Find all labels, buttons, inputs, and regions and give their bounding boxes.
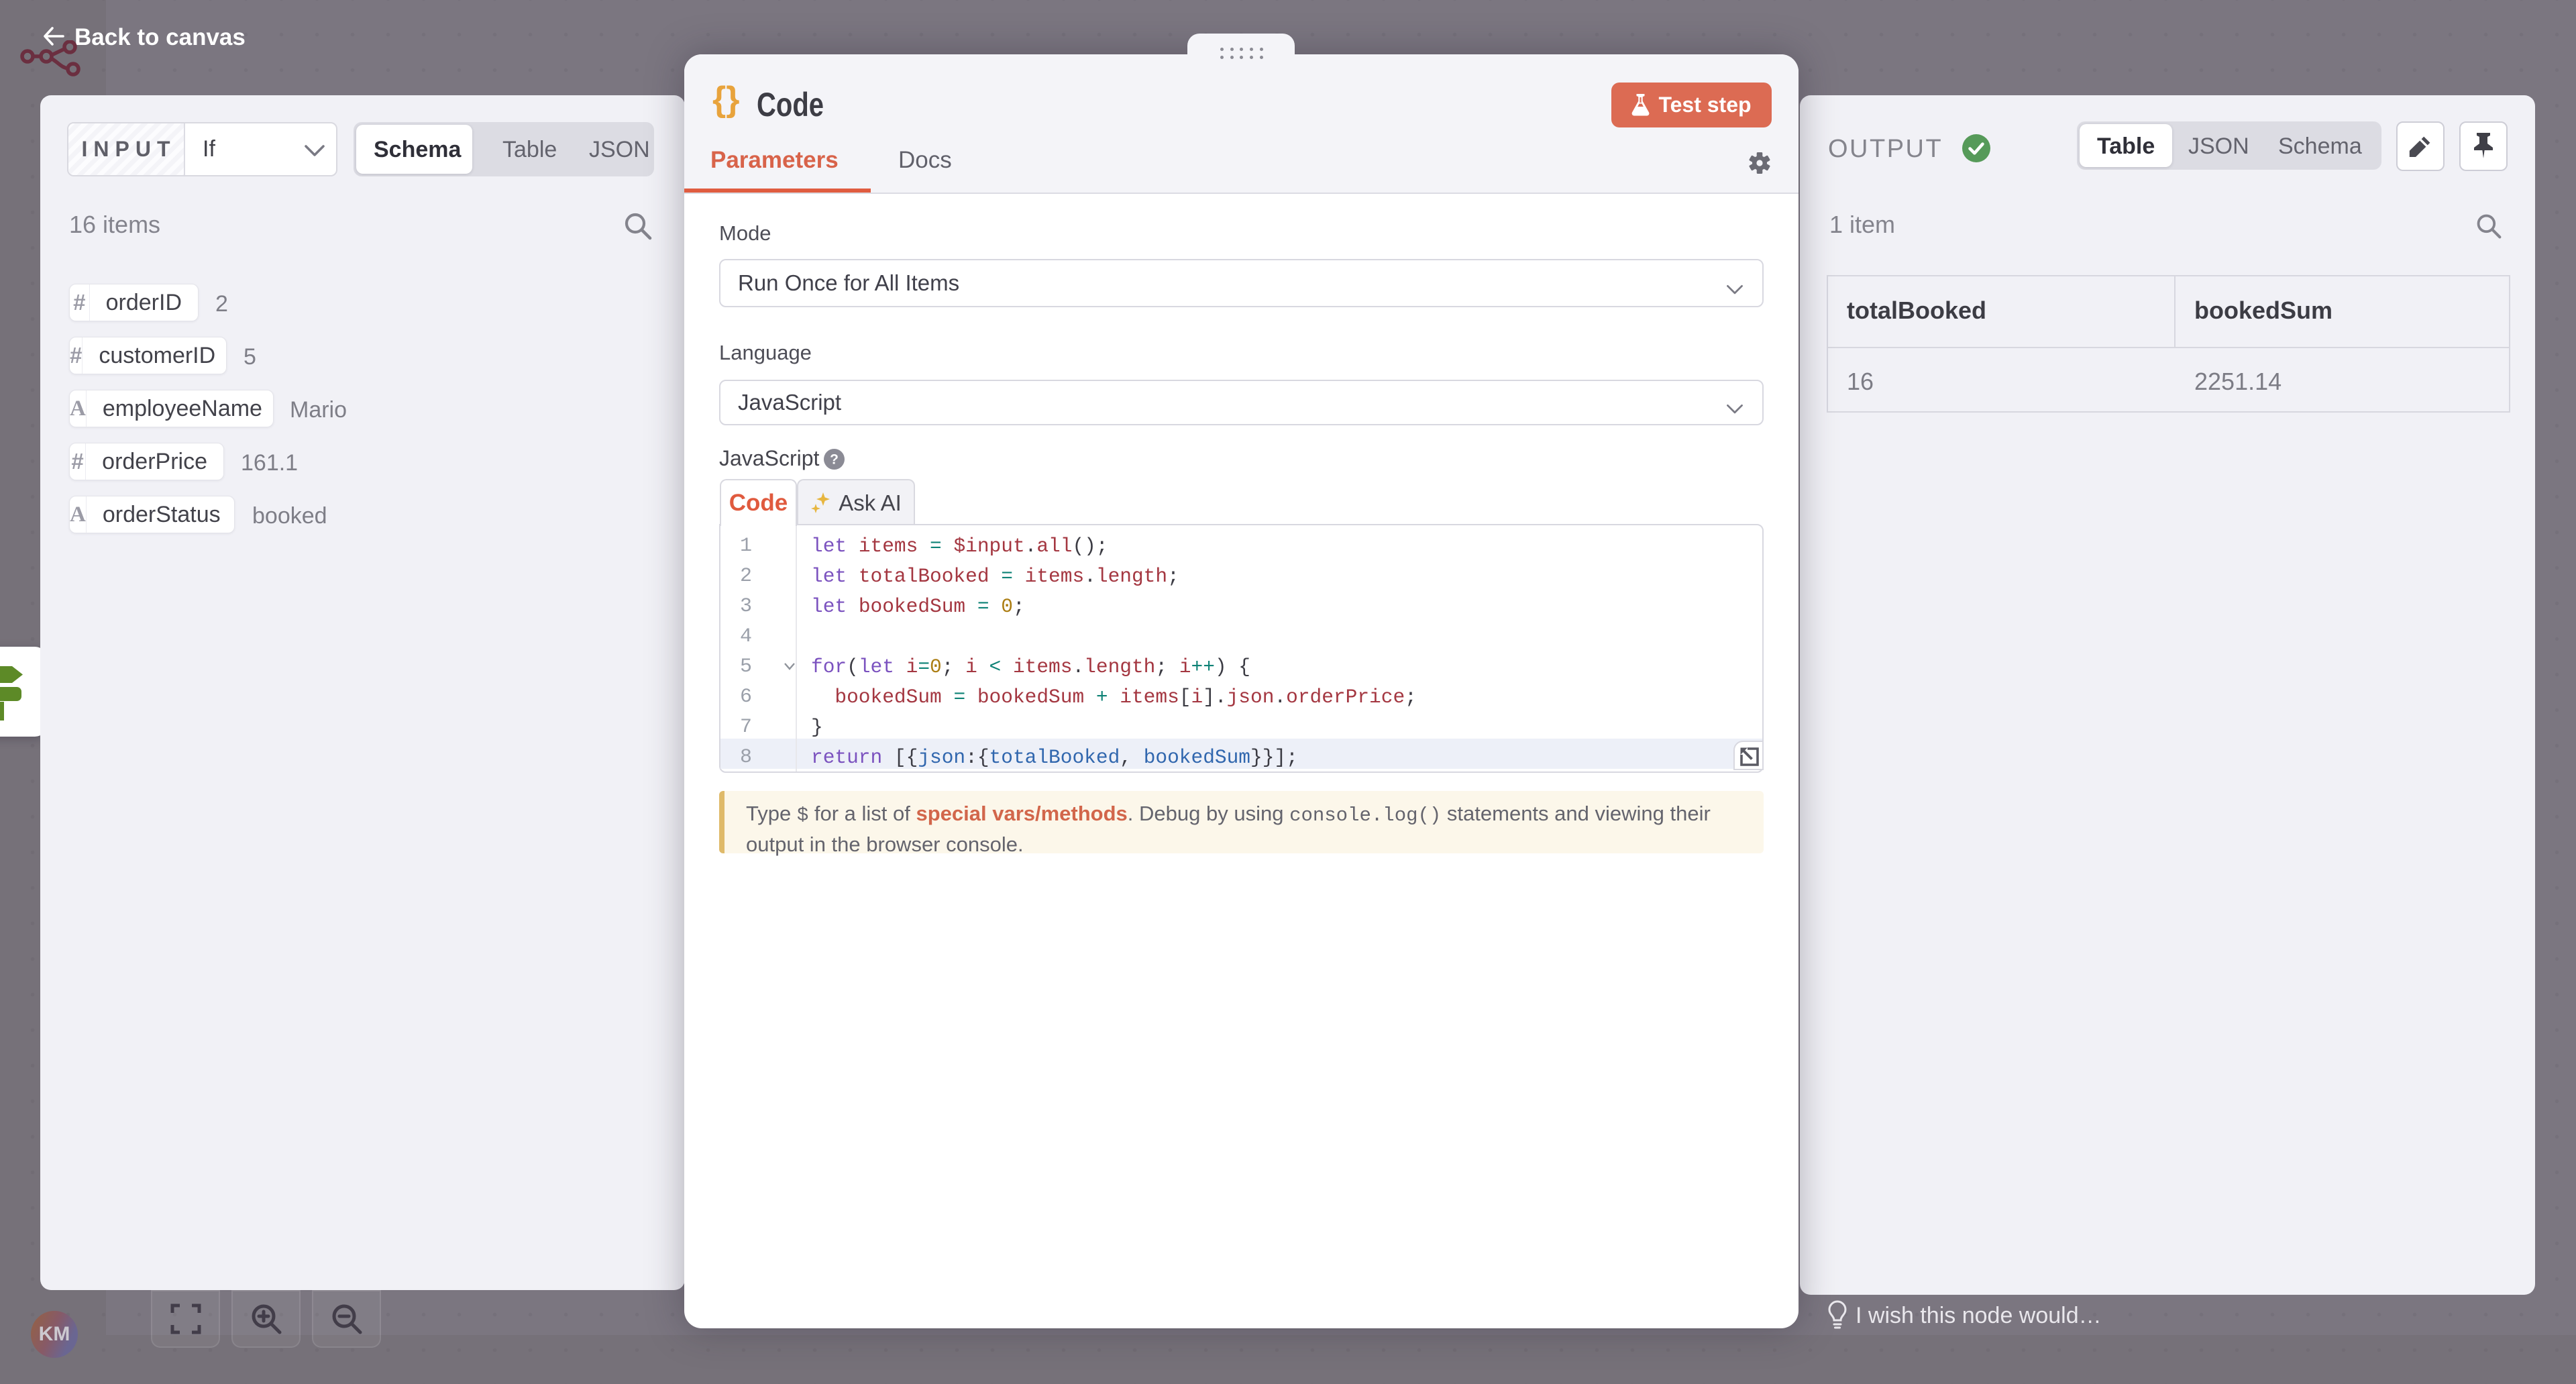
svg-text:?: ? <box>830 452 839 468</box>
